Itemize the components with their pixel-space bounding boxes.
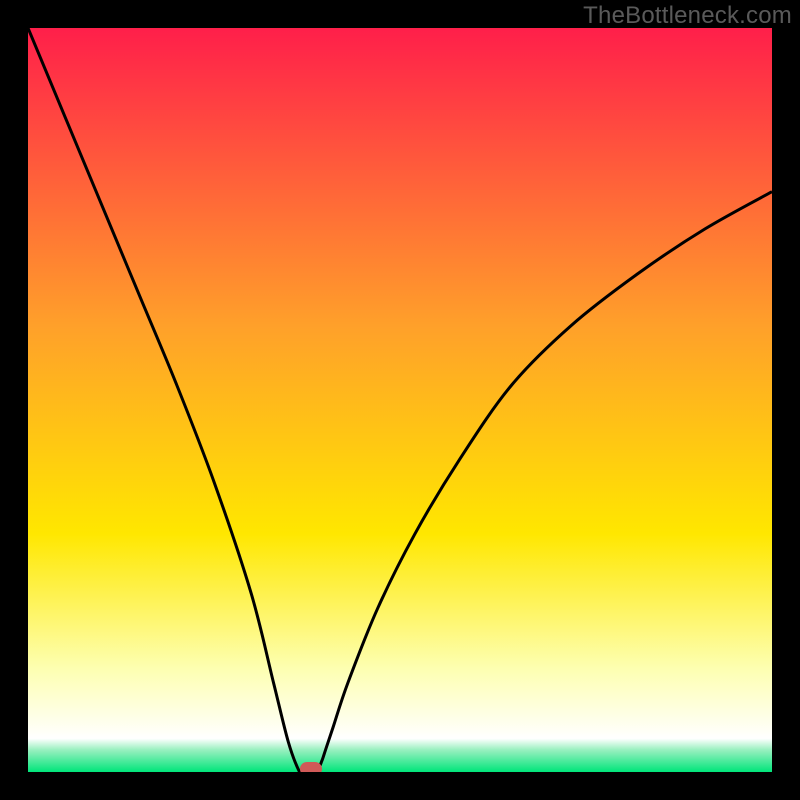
plot-area — [28, 28, 772, 772]
bottleneck-curve — [28, 28, 772, 772]
watermark-text: TheBottleneck.com — [583, 2, 792, 30]
chart-frame: TheBottleneck.com — [0, 0, 800, 800]
optimal-marker — [300, 762, 322, 772]
curve-path — [28, 28, 772, 772]
